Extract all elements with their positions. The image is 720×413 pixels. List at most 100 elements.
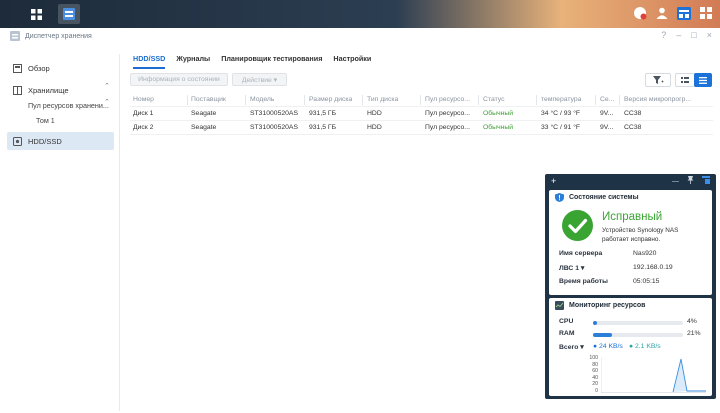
storage-manager-taskbar-button[interactable] — [58, 4, 80, 24]
cpu-bar — [593, 321, 683, 325]
list-icon — [699, 76, 707, 84]
chevron-up-icon[interactable]: ⌃ — [104, 82, 110, 90]
monitor-icon — [555, 300, 564, 310]
grid-icon — [30, 8, 42, 20]
minimize-icon[interactable]: — — [672, 178, 679, 185]
sidebar-item-volume[interactable]: Том 1 — [36, 116, 55, 125]
table-cell: HDD — [367, 110, 382, 117]
widget-panel: + — Состояние системы Исправный Устройст… — [545, 174, 716, 399]
taskbar — [0, 0, 720, 28]
column-header[interactable]: Тип диска — [367, 96, 398, 103]
search-icon[interactable] — [698, 5, 714, 21]
table-cell: Seagate — [191, 110, 217, 117]
network-total-selector[interactable]: Всего ▾ — [559, 343, 584, 351]
pin-icon[interactable] — [687, 176, 694, 186]
column-header[interactable]: Се... — [600, 96, 618, 103]
table-cell: CC38 — [624, 110, 642, 117]
tab-logs[interactable]: Журналы — [176, 54, 210, 69]
ram-bar-fill — [593, 333, 612, 337]
main-menu-button[interactable] — [25, 4, 47, 24]
storage-manager-icon — [63, 8, 75, 20]
minimize-icon[interactable]: – — [676, 30, 681, 40]
download-icon: ● — [629, 343, 634, 350]
table-row[interactable]: Диск 2 Seagate ST31000520AS 931,5 ГБ HDD… — [130, 121, 713, 135]
action-button[interactable]: Действие ▾ — [232, 73, 287, 86]
cpu-value: 4% — [687, 318, 697, 325]
column-header[interactable]: Пул ресурсо... — [425, 96, 475, 103]
chart-y-axis: 100 80 60 40 20 0 — [589, 355, 598, 394]
table-cell: Диск 2 — [133, 124, 154, 131]
table-cell: Диск 1 — [133, 110, 154, 117]
widget-menu-icon[interactable] — [702, 176, 710, 186]
upload-rate: ● 24 KB/s — [593, 343, 623, 350]
check-icon — [562, 210, 593, 241]
table-cell: Seagate — [191, 124, 217, 131]
system-health-card: Состояние системы Исправный Устройство S… — [549, 190, 712, 295]
server-name-label: Имя сервера — [559, 250, 603, 257]
table-cell: CC38 — [624, 124, 642, 131]
sidebar-item-hdd[interactable]: HDD/SSD — [7, 132, 114, 150]
shield-icon — [555, 192, 564, 202]
column-header[interactable]: Номер — [133, 96, 154, 103]
column-header[interactable]: Поставщик — [191, 96, 226, 103]
close-icon[interactable]: × — [707, 30, 712, 40]
system-status-title: Состояние системы — [569, 193, 639, 201]
table-cell: 931,5 ГБ — [309, 124, 337, 131]
window-titlebar: Диспетчер хранения — [0, 28, 720, 44]
column-header[interactable]: температура — [541, 96, 581, 103]
filter-button[interactable] — [645, 73, 671, 87]
overview-icon — [13, 63, 22, 73]
window-title: Диспетчер хранения — [25, 32, 92, 40]
storage-manager-icon — [10, 31, 20, 41]
tab-test-scheduler[interactable]: Планировщик тестирования — [221, 54, 322, 69]
user-icon[interactable] — [654, 5, 670, 21]
table-cell: 9V... — [600, 110, 614, 117]
filter-icon — [652, 75, 663, 84]
download-rate: ● 2.1 KB/s — [629, 343, 661, 350]
table-cell: Пул ресурсо... — [425, 110, 470, 117]
column-header[interactable]: Модель — [250, 96, 274, 103]
view-list-button[interactable] — [694, 73, 712, 87]
widgets-icon[interactable] — [676, 5, 692, 21]
tab-settings[interactable]: Настройки — [333, 54, 371, 69]
view-compact-button[interactable] — [675, 73, 695, 87]
cpu-label: CPU — [559, 318, 574, 325]
storage-icon — [13, 85, 22, 95]
table-cell: Пул ресурсо... — [425, 124, 470, 131]
table-row[interactable]: Диск 1 Seagate ST31000520AS 931,5 ГБ HDD… — [130, 107, 713, 121]
table-cell: 931,5 ГБ — [309, 110, 337, 117]
resource-monitor-card: Мониторинг ресурсов CPU 4% RAM 21% Всего… — [549, 298, 712, 396]
network-series-area — [673, 359, 687, 392]
sidebar: Обзор Хранилище ⌃ Пул ресурсов хранени..… — [0, 54, 120, 411]
upload-icon: ● — [593, 343, 598, 350]
chevron-up-icon[interactable]: ⌃ — [104, 98, 110, 106]
tab-bar: HDD/SSD Журналы Планировщик тестирования… — [133, 54, 371, 69]
lan-ip-value: 192.168.0.19 — [633, 264, 673, 271]
sidebar-item-storage[interactable]: Хранилище — [7, 81, 114, 99]
help-icon[interactable]: ? — [661, 30, 666, 40]
sidebar-item-overview[interactable]: Обзор — [7, 59, 114, 77]
add-widget-button[interactable]: + — [551, 176, 556, 186]
sidebar-item-label: HDD/SSD — [28, 136, 62, 146]
table-header: Номер Поставщик Модель Размер диска Тип … — [130, 93, 713, 107]
column-header[interactable]: Статус — [483, 96, 505, 103]
network-chart — [601, 357, 706, 393]
cpu-bar-fill — [593, 321, 597, 325]
column-header[interactable]: Версия микропрогр... — [624, 96, 709, 103]
sidebar-item-label: Хранилище — [28, 85, 69, 95]
column-header[interactable]: Размер диска — [309, 96, 352, 103]
uptime-label: Время работы — [559, 278, 608, 285]
sidebar-item-pool[interactable]: Пул ресурсов хранени... — [28, 101, 109, 110]
status-info-button[interactable]: Информация о состоянии — [130, 73, 228, 86]
status-badge: Обычный — [483, 124, 514, 131]
maximize-icon[interactable]: □ — [691, 30, 696, 40]
disk-icon — [13, 136, 22, 146]
tab-hdd[interactable]: HDD/SSD — [133, 54, 166, 69]
table-cell: 9V... — [600, 124, 614, 131]
disk-table: Номер Поставщик Модель Размер диска Тип … — [130, 93, 713, 135]
lan-selector[interactable]: ЛВС 1 ▾ — [559, 264, 584, 272]
ram-label: RAM — [559, 330, 575, 337]
chat-icon[interactable] — [632, 5, 648, 21]
table-cell: ST31000520AS — [250, 110, 298, 117]
uptime-value: 05:05:15 — [633, 278, 660, 285]
